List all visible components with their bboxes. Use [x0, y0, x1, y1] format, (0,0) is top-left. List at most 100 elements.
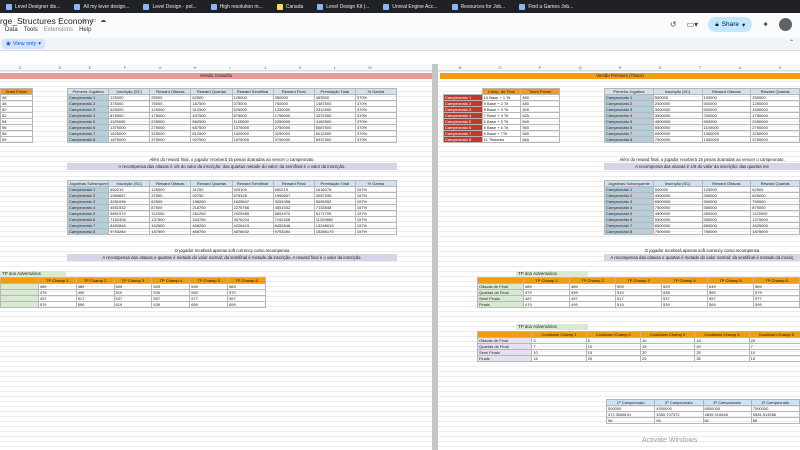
column-letter[interactable]: F — [105, 64, 145, 71]
column-letter[interactable]: C — [0, 64, 40, 71]
table-cell[interactable]: 9753284 — [108, 228, 151, 235]
table-cell[interactable]: 468750 — [190, 228, 233, 235]
avatar[interactable] — [779, 18, 792, 31]
column-letter[interactable]: M — [350, 64, 390, 71]
table-cell[interactable]: 579 — [37, 301, 77, 308]
column-letter[interactable]: T — [680, 64, 720, 71]
table-cell[interactable]: 15 — [531, 355, 587, 362]
column-header[interactable]: Camp. do Time — [481, 88, 522, 95]
table-cell[interactable]: 15 — [748, 355, 800, 362]
column-header[interactable]: Jogatinas Subsequente — [604, 180, 654, 187]
table-cell[interactable]: 7500000 — [652, 136, 703, 143]
bookmark[interactable]: All my lever design... — [74, 3, 129, 10]
table-cell[interactable]: 69 — [0, 136, 33, 143]
column-letter[interactable]: R — [600, 64, 640, 71]
table-cell[interactable]: 89 — [750, 417, 800, 424]
row-label[interactable] — [0, 301, 39, 308]
bookmark[interactable]: Resources for Job... — [451, 3, 505, 10]
column-header[interactable]: Primeira Jogatina — [66, 88, 110, 95]
bookmark[interactable]: Find a Games Job... — [519, 3, 573, 10]
row-label[interactable]: Campeonato 8 — [604, 136, 654, 143]
column-letter[interactable]: S — [640, 64, 680, 71]
table-cell[interactable]: 3750000 — [750, 136, 800, 143]
menu-tools[interactable]: Tools — [24, 27, 38, 33]
column-letter[interactable]: H — [175, 64, 215, 71]
table-cell[interactable]: 639 — [151, 301, 191, 308]
table-cell[interactable]: 4876642 — [231, 228, 274, 235]
column-letter[interactable]: P — [520, 64, 560, 71]
row-label[interactable]: Campeonato 8 — [66, 136, 110, 143]
bookmark[interactable]: Level Design - pol... — [143, 3, 197, 10]
table-cell[interactable]: 11 Titulares — [481, 136, 522, 143]
table-cell[interactable]: 375000 — [149, 136, 192, 143]
column-letter[interactable]: U — [720, 64, 760, 71]
row-label[interactable]: Campeonato 8 — [443, 136, 483, 143]
menu-extensions[interactable]: Extensions — [44, 27, 73, 33]
table-cell[interactable]: 3750000 — [272, 136, 315, 143]
column-header[interactable]: Jogatinas Subsequente — [66, 180, 110, 187]
menu-data[interactable]: Data — [5, 27, 18, 33]
table-cell[interactable]: 660 — [520, 136, 560, 143]
column-letter[interactable]: O — [480, 64, 520, 71]
table-cell[interactable]: 479 — [523, 301, 570, 308]
column-letter[interactable]: I — [210, 64, 250, 71]
table-cell[interactable]: 519 — [615, 301, 662, 308]
share-button[interactable]: 🔒︎ Share ▾ — [708, 17, 753, 32]
bookmark[interactable]: Level Design Kit |... — [317, 3, 369, 10]
column-header[interactable]: Reward Semifinal — [231, 180, 274, 187]
table-cell[interactable]: 1500000 — [701, 136, 752, 143]
column-letter[interactable]: J — [245, 64, 285, 71]
row-label[interactable]: Finais — [476, 355, 533, 362]
cloud-status-icon[interactable]: ☁ — [100, 17, 106, 24]
table-cell[interactable]: 1875000 — [750, 228, 800, 235]
move-folder-icon[interactable]: ▭ — [90, 17, 96, 24]
table-cell[interactable]: 619 — [113, 301, 153, 308]
row-label[interactable]: Campeonato 8 — [66, 228, 110, 235]
table-cell[interactable]: 187500 — [149, 228, 192, 235]
table-cell[interactable]: 599 — [753, 301, 800, 308]
gemini-icon[interactable]: ✦ — [762, 20, 769, 29]
table-cell[interactable]: 370% — [354, 136, 398, 143]
row-label[interactable]: Campeonato 8 — [604, 228, 654, 235]
bookmark[interactable]: Unreal Engine Acc... — [383, 3, 438, 10]
column-header[interactable]: Reward Quartas — [190, 180, 233, 187]
frozen-divider[interactable] — [432, 64, 438, 450]
table-cell[interactable]: 1875000 — [231, 136, 274, 143]
menu-help[interactable]: Help — [79, 27, 91, 33]
bookmark[interactable]: Level Designer dis... — [6, 3, 60, 10]
table-cell[interactable]: 499 — [569, 301, 616, 308]
table-cell[interactable]: 569 — [707, 301, 754, 308]
table-cell[interactable]: 599 — [75, 301, 115, 308]
table-cell[interactable]: 539 — [661, 301, 708, 308]
view-only-button[interactable]: ◉ View only ▾ — [2, 39, 46, 49]
table-cell[interactable]: 157% — [354, 228, 398, 235]
history-icon[interactable]: ↺ — [670, 20, 677, 29]
table-cell[interactable]: 25 — [639, 355, 696, 362]
table-cell[interactable]: 7500000 — [652, 228, 703, 235]
table-cell[interactable]: 699 — [227, 301, 266, 308]
row-label[interactable]: Finais — [477, 301, 524, 308]
table-cell[interactable]: 35 — [694, 355, 750, 362]
column-letter[interactable]: Q — [560, 64, 600, 71]
table-cell[interactable]: 95 — [654, 417, 704, 424]
table-cell[interactable]: 750000 — [701, 228, 752, 235]
table-cell[interactable]: 1875000 — [108, 136, 151, 143]
table-cell[interactable]: 659 — [189, 301, 229, 308]
table-cell[interactable]: 6937500 — [313, 136, 356, 143]
star-icon[interactable]: ☆ — [81, 17, 86, 24]
table-cell[interactable]: 9753284 — [272, 228, 315, 235]
table-cell[interactable]: 20 — [585, 355, 641, 362]
bookmark[interactable]: High resolution m... — [210, 3, 263, 10]
column-header[interactable]: Reward Quartas — [190, 88, 233, 95]
bookmark[interactable]: Canada — [276, 3, 303, 10]
document-title[interactable]: rge_Structures Economy — [0, 16, 94, 26]
column-letter[interactable]: V — [760, 64, 800, 71]
table-cell[interactable]: 937500 — [190, 136, 233, 143]
row-label[interactable]: 56 — [605, 417, 656, 424]
table-cell[interactable]: 81 — [702, 417, 752, 424]
column-header[interactable]: Reward Semifinal — [231, 88, 274, 95]
column-letter[interactable]: L — [315, 64, 355, 71]
column-letter[interactable]: E — [70, 64, 110, 71]
column-letter[interactable]: N — [440, 64, 480, 71]
collapse-menu-icon[interactable]: ⌃ — [789, 39, 794, 46]
